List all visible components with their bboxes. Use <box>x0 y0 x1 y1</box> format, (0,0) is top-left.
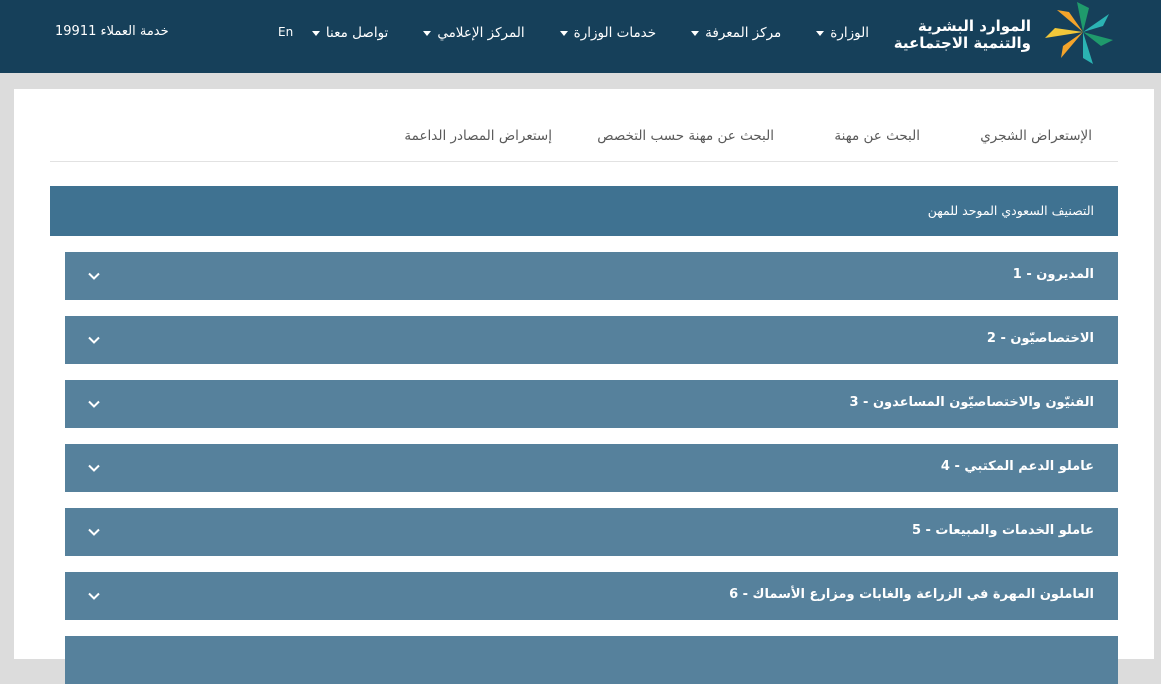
caret-down-icon <box>816 30 825 36</box>
accordion-item-7[interactable] <box>65 636 1118 684</box>
nav-knowledge-center-label: مركز المعرفة <box>705 25 782 41</box>
language-switch[interactable]: En <box>278 25 293 39</box>
main-nav: الوزارة مركز المعرفة خدمات الوزارة المرك… <box>277 22 869 44</box>
accordion-label: الفنيّون والاختصاصيّون المساعدون - 3 <box>849 395 1094 410</box>
accordion-item-2[interactable]: الاختصاصيّون - 2 <box>65 316 1118 364</box>
tab-tree-view[interactable]: الإستعراض الشجري <box>980 128 1092 144</box>
nav-services[interactable]: خدمات الوزارة <box>559 25 657 41</box>
ministry-name-line2: والتنمية الاجتماعية <box>893 34 1031 52</box>
caret-down-icon <box>311 30 320 36</box>
content-panel: الإستعراض الشجري البحث عن مهنة البحث عن … <box>14 89 1154 684</box>
accordion-label: عاملو الدعم المكتبي - 4 <box>940 459 1094 474</box>
nav-ministry-label: الوزارة <box>830 25 869 41</box>
accordion-item-6[interactable]: العاملون المهرة في الزراعة والغابات ومزا… <box>65 572 1118 620</box>
view-tabs: الإستعراض الشجري البحث عن مهنة البحث عن … <box>50 114 1118 162</box>
tab-search-occupation[interactable]: البحث عن مهنة <box>834 128 920 144</box>
chevron-down-icon <box>88 336 100 344</box>
chevron-down-icon <box>88 592 100 600</box>
customer-service-hotline[interactable]: خدمة العملاء 19911 <box>55 24 169 39</box>
nav-services-label: خدمات الوزارة <box>573 25 657 41</box>
nav-ministry[interactable]: الوزارة <box>816 25 869 41</box>
ministry-logo-icon <box>1045 2 1113 64</box>
accordion-item-1[interactable]: المديرون - 1 <box>65 252 1118 300</box>
ministry-name-line1: الموارد البشرية <box>917 17 1031 35</box>
accordion-label: المديرون - 1 <box>1012 267 1094 282</box>
accordion-label: العاملون المهرة في الزراعة والغابات ومزا… <box>729 587 1094 602</box>
accordion-label: عاملو الخدمات والمبيعات - 5 <box>911 523 1094 538</box>
caret-down-icon <box>691 30 700 36</box>
nav-media-center-label: المركز الإعلامي <box>437 25 525 41</box>
nav-media-center[interactable]: المركز الإعلامي <box>423 25 525 41</box>
accordion-item-4[interactable]: عاملو الدعم المكتبي - 4 <box>65 444 1118 492</box>
nav-knowledge-center[interactable]: مركز المعرفة <box>691 25 781 41</box>
ministry-name: الموارد البشرية والتنمية الاجتماعية <box>894 18 1031 52</box>
chevron-down-icon <box>88 528 100 536</box>
ministry-logo[interactable]: الموارد البشرية والتنمية الاجتماعية <box>863 0 1123 70</box>
chevron-down-icon <box>88 272 100 280</box>
chevron-down-icon <box>88 400 100 408</box>
classification-title: التصنيف السعودي الموحد للمهن <box>927 203 1094 218</box>
caret-down-icon <box>423 30 432 36</box>
nav-contact[interactable]: تواصل معنا <box>311 25 389 41</box>
tab-search-by-specialty[interactable]: البحث عن مهنة حسب التخصص <box>597 128 774 144</box>
accordion-item-3[interactable]: الفنيّون والاختصاصيّون المساعدون - 3 <box>65 380 1118 428</box>
accordion-label: الاختصاصيّون - 2 <box>986 331 1094 346</box>
accordion-item-5[interactable]: عاملو الخدمات والمبيعات - 5 <box>65 508 1118 556</box>
classification-header: التصنيف السعودي الموحد للمهن <box>50 186 1118 236</box>
tab-supporting-sources[interactable]: إستعراض المصادر الداعمة <box>404 128 552 144</box>
chevron-down-icon <box>88 464 100 472</box>
top-navbar: الموارد البشرية والتنمية الاجتماعية الوز… <box>0 0 1161 73</box>
caret-down-icon <box>559 30 568 36</box>
nav-contact-label: تواصل معنا <box>325 25 389 41</box>
